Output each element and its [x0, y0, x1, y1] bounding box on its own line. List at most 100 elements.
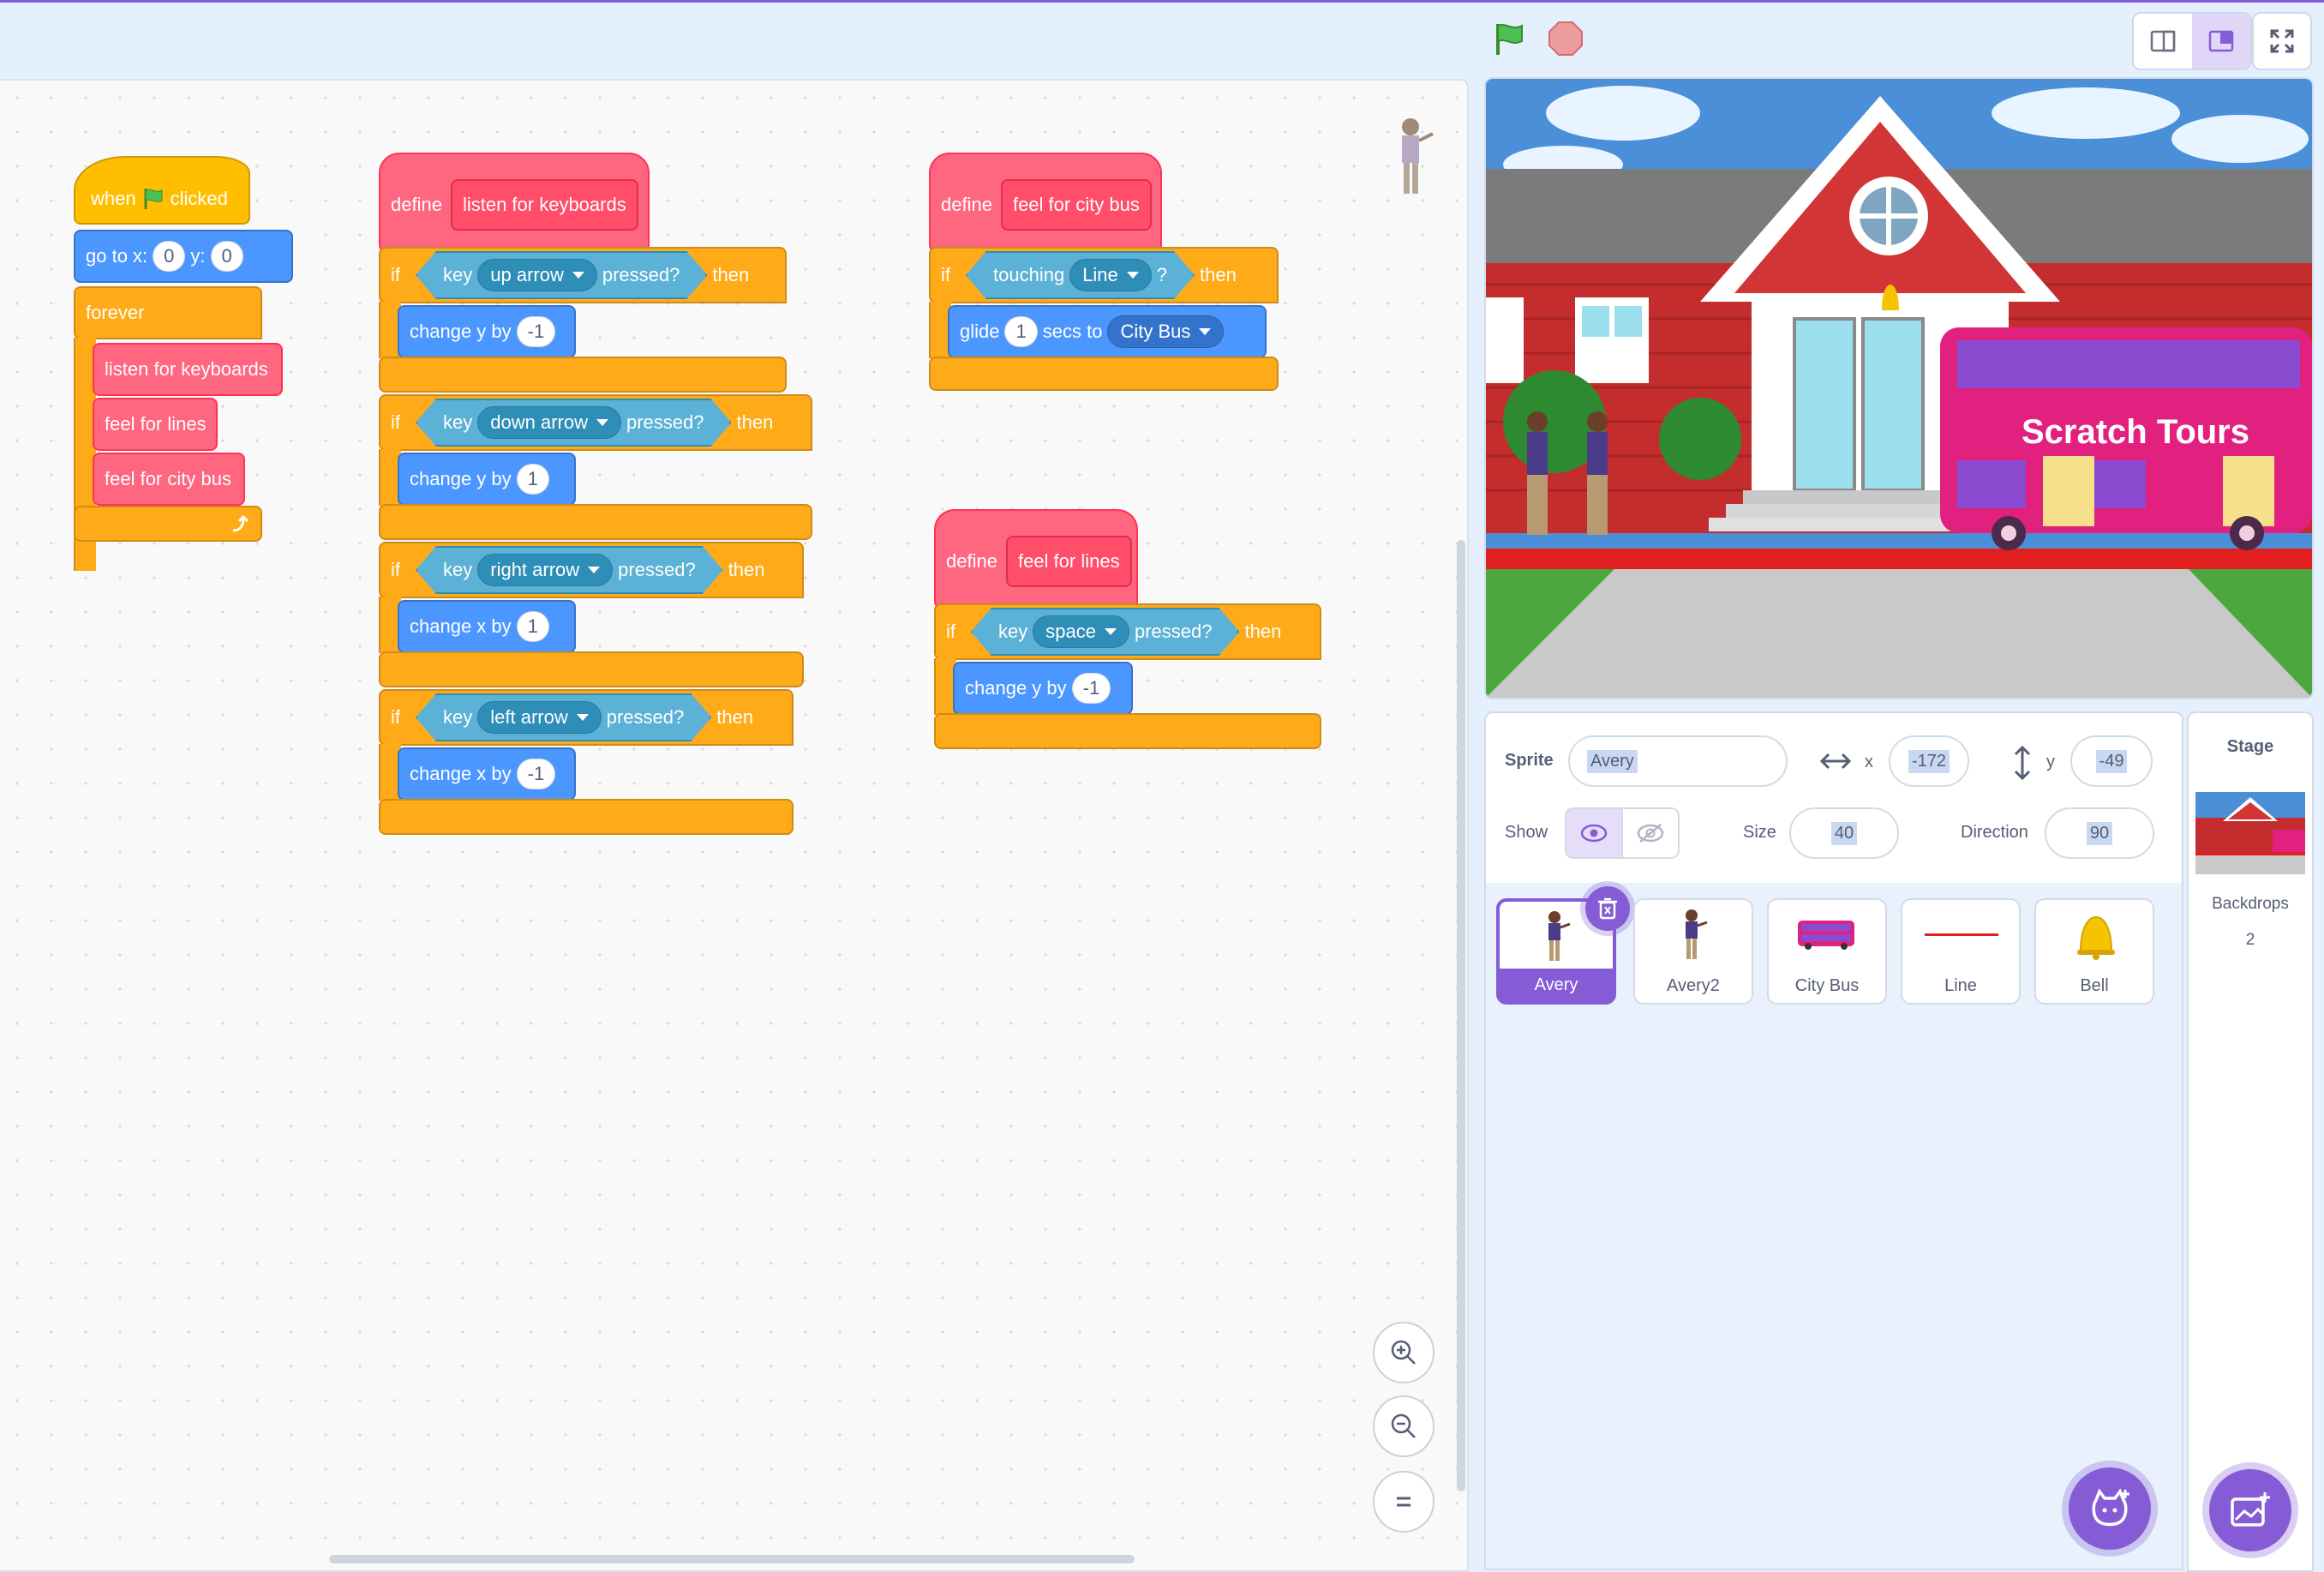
stage-backdrop-school: Scratch Tours	[1486, 79, 2312, 698]
key-dropdown[interactable]: right arrow	[477, 554, 613, 586]
change-value-input[interactable]: -1	[516, 316, 556, 347]
choose-backdrop-button[interactable]	[2209, 1469, 2291, 1551]
delete-sprite-button[interactable]	[1585, 886, 1630, 931]
key-label: key	[443, 559, 473, 580]
key-value: right arrow	[490, 559, 580, 580]
sprite-tile-bell[interactable]: Bell	[2034, 898, 2154, 1005]
glide-block[interactable]: glide 1 secs to City Bus	[948, 305, 1267, 358]
goto-x-input[interactable]: 0	[153, 241, 186, 272]
call-listen-for-keyboards[interactable]: listen for keyboards	[93, 343, 283, 396]
pressed-label: pressed?	[602, 264, 680, 285]
stage-selector-panel[interactable]: Stage Backdrops 2	[2187, 711, 2314, 1572]
vertical-scrollbar[interactable]	[1457, 540, 1465, 1491]
clicked-label: clicked	[170, 188, 228, 209]
y-value: -49	[2095, 749, 2128, 773]
key-value: up arrow	[490, 264, 564, 285]
when-flag-clicked-block[interactable]: when clicked	[74, 156, 250, 225]
choose-sprite-button[interactable]	[2069, 1467, 2151, 1550]
key-pressed-condition[interactable]: key left arrow pressed?	[416, 693, 711, 741]
goto-y-input[interactable]: 0	[210, 241, 243, 272]
key-dropdown[interactable]: up arrow	[477, 259, 597, 291]
change-y-block[interactable]: change y by -1	[953, 662, 1133, 715]
touching-object-value: Line	[1082, 264, 1118, 285]
glide-target-dropdown[interactable]: City Bus	[1107, 315, 1225, 348]
forever-block[interactable]: forever	[74, 286, 262, 339]
key-pressed-condition[interactable]: key down arrow pressed?	[416, 399, 731, 447]
go-to-xy-block[interactable]: go to x: 0 y: 0	[74, 230, 293, 283]
touching-label: touching	[993, 264, 1065, 285]
sprite-tile-line[interactable]: Line	[1901, 898, 2021, 1005]
size-input[interactable]: 40	[1789, 807, 1899, 859]
change-label: change y by	[410, 321, 512, 342]
y-label: y	[2046, 753, 2055, 771]
if-key-pressed-block[interactable]: if key right arrow pressed? then	[379, 542, 804, 598]
key-pressed-condition[interactable]: key up arrow pressed?	[416, 251, 707, 299]
size-label: Size	[1743, 823, 1776, 842]
if-touching-block[interactable]: if touching Line ? then	[929, 247, 1279, 303]
zoom-in-icon	[1391, 1340, 1416, 1365]
sprite-tile-city-bus[interactable]: City Bus	[1767, 898, 1887, 1005]
show-visible-button[interactable]	[1565, 807, 1623, 859]
change-value-input[interactable]: 1	[516, 611, 549, 642]
change-value-input[interactable]: 1	[516, 464, 549, 495]
forever-label: forever	[86, 302, 145, 323]
if-key-pressed-block[interactable]: if key up arrow pressed? then	[379, 247, 787, 303]
sprite-name-input[interactable]: Avery	[1568, 735, 1788, 787]
zoom-out-button[interactable]	[1373, 1395, 1435, 1457]
y-input[interactable]: -49	[2070, 735, 2153, 787]
touching-condition[interactable]: touching Line ?	[966, 251, 1195, 299]
call-label: feel for lines	[105, 413, 207, 435]
define-feel-for-lines[interactable]: define feel for lines	[934, 509, 1138, 609]
sprite-list: Avery Avery2 City Bus Line Bell	[1484, 883, 2183, 1570]
call-feel-for-lines[interactable]: feel for lines	[93, 398, 218, 451]
sprite-name: City Bus	[1794, 976, 1860, 995]
key-pressed-condition[interactable]: key right arrow pressed?	[416, 546, 723, 594]
x-input[interactable]: -172	[1889, 735, 1969, 787]
stop-icon[interactable]	[1548, 21, 1584, 57]
normal-stage-button[interactable]	[2192, 14, 2250, 69]
normal-stage-icon	[2208, 30, 2234, 52]
horizontal-scrollbar[interactable]	[329, 1555, 1135, 1563]
green-flag-icon[interactable]	[1491, 21, 1529, 58]
then-label: then	[1244, 621, 1282, 642]
define-feel-for-city-bus[interactable]: define feel for city bus	[929, 153, 1162, 252]
if-end	[379, 651, 804, 687]
menu-bar	[0, 0, 2324, 80]
stage-canvas[interactable]: Scratch Tours	[1484, 77, 2314, 699]
change-block[interactable]: change x by 1	[398, 600, 576, 653]
show-hidden-button[interactable]	[1621, 807, 1680, 859]
secs-to-label: secs to	[1042, 321, 1103, 342]
sprite-name: Avery2	[1667, 976, 1720, 995]
if-label: if	[391, 411, 400, 433]
equals-icon	[1397, 1497, 1411, 1507]
if-key-space-block[interactable]: if key space pressed? then	[934, 603, 1321, 660]
change-value-input[interactable]: -1	[516, 759, 556, 789]
if-key-pressed-block[interactable]: if key down arrow pressed? then	[379, 394, 812, 451]
define-listen-for-keyboards[interactable]: define listen for keyboards	[379, 153, 650, 252]
small-stage-button[interactable]	[2134, 14, 2192, 69]
pressed-label: pressed?	[626, 411, 704, 433]
change-block[interactable]: change y by -1	[398, 305, 576, 358]
key-pressed-condition[interactable]: key space pressed?	[971, 608, 1239, 656]
horizontal-arrows-icon	[1820, 753, 1851, 770]
change-block[interactable]: change y by 1	[398, 453, 576, 506]
if-key-pressed-block[interactable]: if key left arrow pressed? then	[379, 689, 794, 746]
key-dropdown[interactable]: down arrow	[477, 406, 621, 439]
change-value-input[interactable]: -1	[1071, 673, 1111, 704]
sprite-tile-avery2[interactable]: Avery2	[1633, 898, 1753, 1005]
change-block[interactable]: change x by -1	[398, 747, 576, 801]
zoom-reset-button[interactable]	[1373, 1471, 1435, 1533]
zoom-in-button[interactable]	[1373, 1322, 1435, 1383]
call-feel-for-city-bus[interactable]: feel for city bus	[93, 453, 245, 506]
key-label: key	[443, 706, 473, 728]
key-dropdown[interactable]: left arrow	[477, 701, 601, 734]
code-area[interactable]: when clicked go to x: 0 y: 0 forever lis…	[0, 79, 1469, 1572]
question-label: ?	[1156, 264, 1168, 285]
touching-object-dropdown[interactable]: Line	[1069, 259, 1152, 291]
direction-input[interactable]: 90	[2045, 807, 2154, 859]
show-label: Show	[1505, 823, 1548, 842]
key-dropdown[interactable]: space	[1033, 615, 1129, 648]
change-label: change x by	[410, 615, 512, 637]
fullscreen-button[interactable]	[2252, 12, 2312, 70]
glide-secs-input[interactable]: 1	[1004, 316, 1038, 347]
